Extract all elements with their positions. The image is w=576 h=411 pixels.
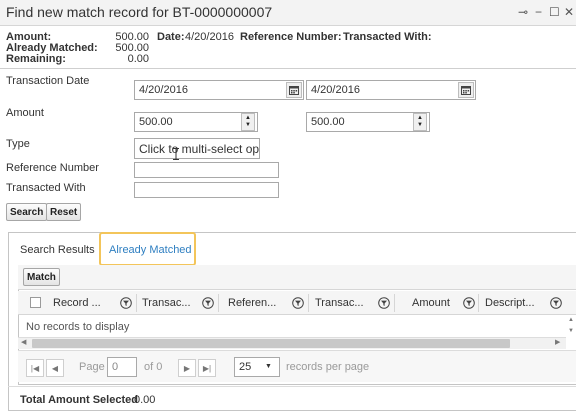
spinner-down-icon[interactable]: ▼ [245, 122, 251, 129]
dropdown-caret-icon[interactable]: ▼ [265, 363, 272, 370]
spinner-up-icon[interactable]: ▲ [417, 115, 423, 122]
divider [0, 68, 576, 69]
column-divider [394, 294, 395, 312]
amount-from-input[interactable]: 500.00 [134, 112, 258, 132]
match-button[interactable]: Match [23, 268, 60, 286]
transaction-date-to-input[interactable]: 4/20/2016 [306, 80, 476, 100]
total-amount-value: 0.00 [134, 394, 156, 406]
pin-icon[interactable]: ⊸ [518, 5, 528, 19]
type-placeholder: Click to multi-select optio [139, 142, 260, 156]
spinner-up-icon[interactable]: ▲ [245, 115, 251, 122]
page-count-label: of 0 [144, 361, 163, 373]
reset-button[interactable]: Reset [46, 203, 82, 221]
transacted-with-label: Transacted With: [343, 31, 432, 43]
filter-icon[interactable] [120, 297, 132, 309]
reference-number-input[interactable] [134, 162, 279, 178]
date-to-value: 4/20/2016 [311, 84, 360, 96]
spinner-down-icon[interactable]: ▼ [417, 122, 423, 129]
checkbox-icon[interactable] [30, 297, 41, 308]
amount-to-input[interactable]: 500.00 [306, 112, 430, 132]
close-icon[interactable]: ✕ [564, 5, 574, 19]
window-title: Find new match record for BT-0000000007 [6, 4, 273, 20]
column-divider [218, 294, 219, 312]
page-size-select[interactable]: 25 [234, 357, 280, 377]
column-header[interactable]: Transac... [142, 297, 191, 309]
filter-icon[interactable] [550, 297, 562, 309]
amount-filter-label: Amount [6, 107, 44, 119]
total-amount-label: Total Amount Selected [20, 394, 138, 406]
transacted-with-filter-label: Transacted With [6, 182, 86, 194]
next-page-icon[interactable]: ▶ [178, 359, 196, 377]
search-button[interactable]: Search [6, 203, 48, 221]
type-label: Type [6, 138, 30, 150]
amount-to-stepper[interactable]: ▲ ▼ [413, 113, 427, 131]
column-divider [136, 294, 137, 312]
page-size-value: 25 [239, 361, 252, 373]
type-multiselect[interactable]: Click to multi-select optio [134, 138, 260, 159]
filter-icon[interactable] [202, 297, 214, 309]
filter-icon[interactable] [463, 297, 475, 309]
text-cursor-icon [173, 148, 179, 160]
reference-number-label: Reference Number: [240, 31, 342, 43]
column-header[interactable]: Descript... [485, 297, 535, 309]
prev-page-icon[interactable]: ◀ [46, 359, 64, 377]
transaction-date-from-input[interactable]: 4/20/2016 [134, 80, 304, 100]
minimize-icon[interactable]: − [535, 5, 542, 19]
column-divider [308, 294, 309, 312]
date-from-value: 4/20/2016 [139, 84, 188, 96]
scroll-down-icon[interactable]: ▼ [568, 328, 574, 334]
column-divider [478, 294, 479, 312]
first-page-icon[interactable]: |◀ [26, 359, 44, 377]
divider [8, 386, 576, 387]
calendar-icon[interactable] [286, 82, 302, 98]
grid-toolbar [18, 265, 576, 290]
date-label: Date: [157, 31, 185, 43]
remaining-value: 0.00 [127, 53, 149, 65]
filter-icon[interactable] [378, 297, 390, 309]
column-header[interactable]: Transac... [315, 297, 364, 309]
amount-from-stepper[interactable]: ▲ ▼ [241, 113, 255, 131]
scroll-right-icon[interactable]: ▶ [555, 338, 560, 346]
records-per-page-label: records per page [286, 361, 370, 373]
date-value: 4/20/2016 [185, 31, 234, 43]
last-page-icon[interactable]: ▶| [198, 359, 216, 377]
page-number-input[interactable]: 0 [107, 357, 137, 377]
scrollbar-thumb[interactable] [32, 339, 510, 348]
filter-icon[interactable] [292, 297, 304, 309]
remaining-label: Remaining: [6, 53, 66, 65]
maximize-icon[interactable]: ☐ [549, 5, 560, 19]
page-label: Page [79, 361, 105, 373]
tab-search-results[interactable]: Search Results [20, 244, 95, 256]
transaction-date-label: Transaction Date [6, 75, 90, 87]
column-header[interactable]: Referen... [228, 297, 276, 309]
calendar-icon[interactable] [458, 82, 474, 98]
reference-number-filter-label: Reference Number [6, 162, 99, 174]
scroll-left-icon[interactable]: ◀ [21, 338, 26, 346]
transacted-with-input[interactable] [134, 182, 279, 198]
tab-already-matched[interactable]: Already Matched [109, 244, 192, 256]
amount-to-value: 500.00 [311, 116, 345, 128]
column-header[interactable]: Record ... [53, 297, 101, 309]
empty-grid-message: No records to display [26, 321, 130, 333]
column-header[interactable]: Amount [412, 297, 450, 309]
page-number-value: 0 [112, 361, 119, 373]
amount-from-value: 500.00 [139, 116, 173, 128]
scroll-up-icon[interactable]: ▲ [568, 317, 574, 323]
